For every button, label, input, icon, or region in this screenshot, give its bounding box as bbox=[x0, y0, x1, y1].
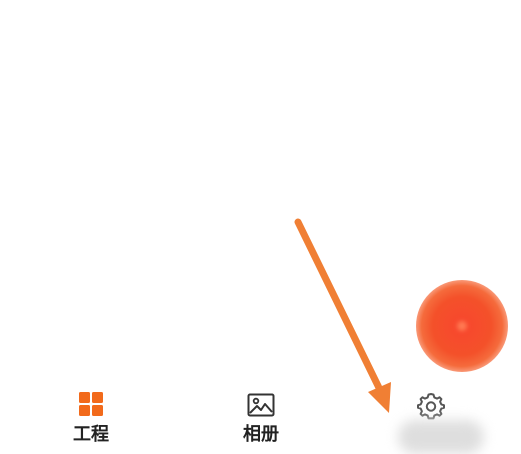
tab-album[interactable]: 相册 bbox=[201, 380, 321, 454]
tab-projects-label: 工程 bbox=[73, 424, 109, 445]
record-icon bbox=[457, 321, 467, 331]
record-button[interactable] bbox=[416, 280, 508, 372]
tab-album-label: 相册 bbox=[243, 424, 279, 445]
tab-projects[interactable]: 工程 bbox=[31, 380, 151, 454]
grid-icon bbox=[79, 392, 103, 416]
app-screen: 工程 相册 bbox=[0, 0, 521, 454]
blurred-label-area bbox=[398, 420, 484, 454]
image-icon bbox=[247, 393, 275, 417]
gear-icon bbox=[417, 393, 445, 420]
